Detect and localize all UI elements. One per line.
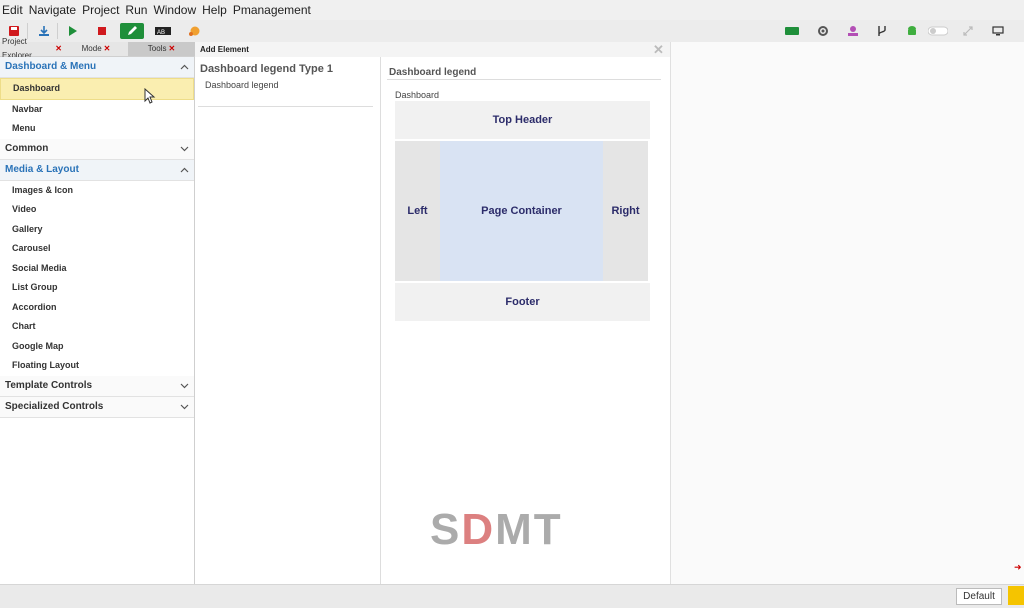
watermark-logo: SDMT xyxy=(430,505,563,554)
arrow-right-icon[interactable]: ➜ xyxy=(1014,562,1022,573)
default-button[interactable]: Default xyxy=(956,588,1002,605)
add-element-title: Add Element xyxy=(200,45,249,54)
settings-icon[interactable] xyxy=(815,23,831,39)
divider xyxy=(198,106,373,107)
layout-top-header[interactable]: Top Header xyxy=(395,101,650,139)
menu-project[interactable]: Project xyxy=(80,3,123,17)
element-type-title: Dashboard legend Type 1 xyxy=(200,63,334,75)
section-header[interactable]: Specialized Controls xyxy=(0,396,194,418)
section-label: Specialized Controls xyxy=(5,400,104,412)
branch-icon[interactable] xyxy=(874,23,890,39)
chevron-down-icon[interactable] xyxy=(180,376,189,396)
close-icon[interactable]: ✕ xyxy=(55,42,62,56)
section-header[interactable]: Common xyxy=(0,138,194,160)
tool-item[interactable]: Accordion xyxy=(0,298,194,318)
paint-icon[interactable] xyxy=(186,23,202,39)
chevron-down-icon[interactable] xyxy=(180,139,189,159)
menu-bar: Edit Navigate Project Run Window Help Pm… xyxy=(0,0,1024,20)
stop-icon[interactable] xyxy=(94,23,110,39)
layout-footer[interactable]: Footer xyxy=(395,283,650,321)
section-label: Dashboard & Menu xyxy=(5,61,97,72)
toggle-icon[interactable] xyxy=(928,23,948,39)
element-type-list: Dashboard legend Type 1 Dashboard legend xyxy=(195,57,381,584)
layout-right[interactable]: Right xyxy=(603,141,648,281)
tool-item[interactable]: Menu xyxy=(0,119,194,139)
tool-item[interactable]: Social Media xyxy=(0,259,194,279)
section-label: Media & Layout xyxy=(5,163,79,175)
toolbar: AB xyxy=(0,20,1024,43)
layout-page-container[interactable]: Page Container xyxy=(440,141,603,281)
ab-icon[interactable]: AB xyxy=(154,23,172,39)
chevron-up-icon[interactable] xyxy=(180,160,189,180)
tool-item[interactable]: Images & Icon xyxy=(0,181,194,201)
status-bar xyxy=(0,584,1024,608)
section-header[interactable]: Dashboard & Menu xyxy=(0,57,194,78)
android-icon[interactable] xyxy=(904,23,920,39)
tool-item[interactable]: List Group xyxy=(0,278,194,298)
section-label: Template Controls xyxy=(5,379,93,391)
edit-icon[interactable] xyxy=(120,23,144,39)
menu-navigate[interactable]: Navigate xyxy=(27,3,80,17)
tool-item[interactable]: Gallery xyxy=(0,220,194,240)
chevron-up-icon[interactable] xyxy=(180,57,189,77)
expand-icon[interactable] xyxy=(960,23,976,39)
close-icon[interactable]: ✕ xyxy=(104,42,111,56)
panel-tabs: Project Explorer ✕ Mode ✕ Tools ✕ xyxy=(0,37,195,60)
svg-text:AB: AB xyxy=(157,30,165,36)
run-icon[interactable] xyxy=(64,23,80,39)
tool-item[interactable]: Carousel xyxy=(0,239,194,259)
tab-tools[interactable]: Tools ✕ xyxy=(128,42,195,56)
tool-item[interactable]: Video xyxy=(0,200,194,220)
menu-help[interactable]: Help xyxy=(200,3,231,17)
status-indicator[interactable] xyxy=(1008,586,1024,605)
tool-item[interactable]: Dashboard xyxy=(0,78,194,100)
menu-window[interactable]: Window xyxy=(151,3,200,17)
tab-mode[interactable]: Mode ✕ xyxy=(64,42,128,56)
add-element-header: Add Element ✕ xyxy=(195,42,670,57)
editor-area[interactable] xyxy=(670,42,1024,584)
close-icon[interactable]: ✕ xyxy=(653,42,664,58)
section-header[interactable]: Template Controls xyxy=(0,375,194,397)
tools-panel: Dashboard & Menu Dashboard Navbar Menu Commo… xyxy=(0,57,195,585)
menu-pmanagement[interactable]: Pmanagement xyxy=(231,3,315,17)
tool-item[interactable]: Floating Layout xyxy=(0,356,194,376)
layout-left[interactable]: Left xyxy=(395,141,440,281)
chat-icon[interactable] xyxy=(784,23,800,39)
monitor-icon[interactable] xyxy=(990,23,1006,39)
chevron-down-icon[interactable] xyxy=(180,397,189,417)
mouse-cursor-icon xyxy=(144,88,156,104)
element-type-item[interactable]: Dashboard legend xyxy=(205,80,279,90)
menu-edit[interactable]: Edit xyxy=(0,3,27,17)
tool-item[interactable]: Chart xyxy=(0,317,194,337)
preview-title: Dashboard legend xyxy=(389,67,477,78)
preview-subtitle: Dashboard xyxy=(395,90,440,100)
tool-item[interactable]: Google Map xyxy=(0,337,194,357)
menu-run[interactable]: Run xyxy=(123,3,151,17)
tool-item[interactable]: Navbar xyxy=(0,100,194,120)
close-icon[interactable]: ✕ xyxy=(168,42,175,56)
user-icon[interactable] xyxy=(845,23,861,39)
tab-project-explorer[interactable]: Project Explorer ✕ xyxy=(0,37,64,60)
section-label: Common xyxy=(5,142,49,154)
section-header[interactable]: Media & Layout xyxy=(0,159,194,181)
divider xyxy=(387,79,661,80)
